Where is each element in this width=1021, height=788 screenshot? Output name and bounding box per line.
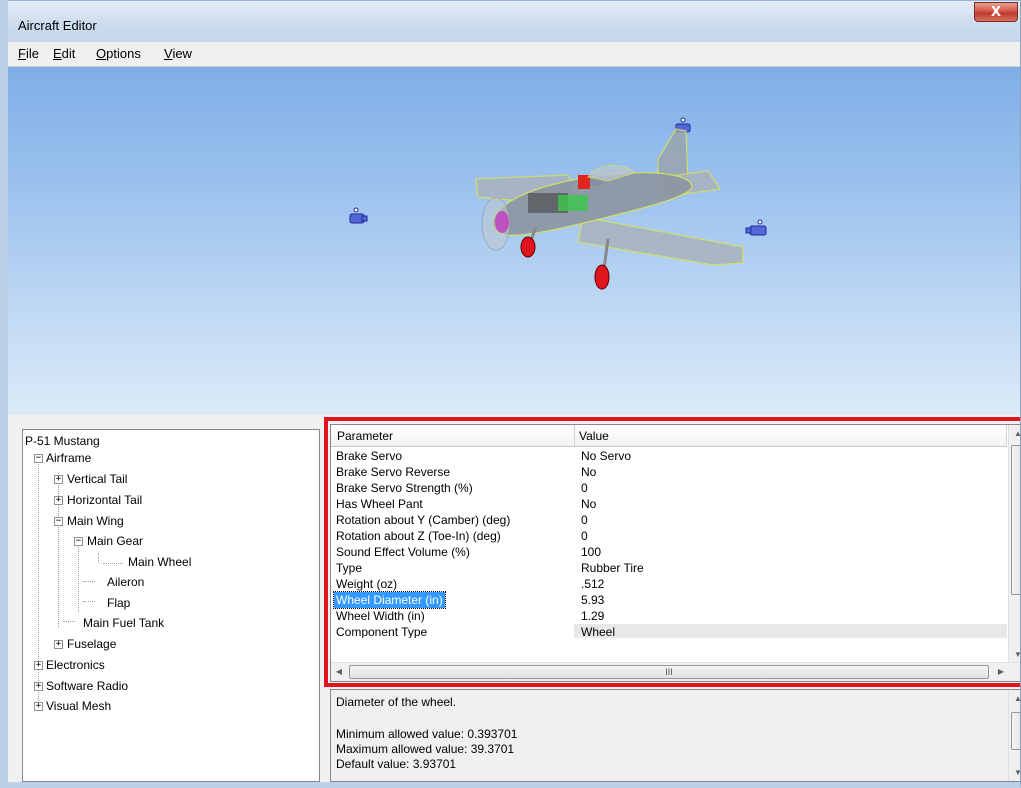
tree-item-aileron[interactable]: Aileron	[107, 575, 144, 589]
tree-item-electronics[interactable]: Electronics	[46, 658, 105, 672]
scroll-right-icon[interactable]: ▶	[993, 663, 1009, 680]
close-icon: X	[990, 4, 1002, 20]
grid-row-selected[interactable]: Wheel Diameter (in) 5.93	[331, 591, 1007, 609]
collapse-icon[interactable]: −	[54, 517, 63, 526]
aircraft-model	[475, 128, 744, 290]
header-value[interactable]: Value	[579, 429, 609, 443]
grid-row[interactable]: Rotation about Y (Camber) (deg) 0	[331, 512, 1007, 528]
description-text: Diameter of the wheel.	[336, 695, 457, 709]
collapse-icon[interactable]: −	[74, 537, 83, 546]
tree-item-vertical-tail[interactable]: Vertical Tail	[67, 472, 127, 486]
grid-row[interactable]: Has Wheel Pant No	[331, 496, 1007, 512]
grid-row[interactable]: Brake Servo Strength (%) 0	[331, 480, 1007, 496]
expand-icon[interactable]: +	[34, 661, 43, 670]
property-grid[interactable]: Parameter Value Brake Servo No Servo Brak…	[330, 424, 1020, 682]
scroll-up-icon[interactable]: ▲	[1009, 690, 1020, 707]
tree-item-software-radio[interactable]: Software Radio	[46, 679, 128, 693]
camera-icon-right	[745, 219, 767, 236]
scroll-left-icon[interactable]: ◀	[331, 663, 347, 680]
description-scrollbar[interactable]: ▲ ▼	[1008, 690, 1020, 781]
min-value-text: Minimum allowed value: 0.393701	[336, 727, 518, 741]
tree-item-horizontal-tail[interactable]: Horizontal Tail	[67, 493, 142, 507]
scroll-down-icon[interactable]: ▼	[1009, 764, 1020, 781]
grid-row[interactable]: Component Type Wheel	[331, 624, 1007, 638]
expand-icon[interactable]: +	[34, 682, 43, 691]
grid-vertical-scrollbar[interactable]: ▲ ▼	[1008, 425, 1020, 663]
grid-row[interactable]: Type Rubber Tire	[331, 560, 1007, 576]
component-tree[interactable]: P-51 Mustang − Airframe + Vertical Tail …	[22, 429, 320, 782]
tree-item-visual-mesh[interactable]: Visual Mesh	[46, 699, 111, 713]
grid-header: Parameter Value	[331, 425, 1007, 447]
menu-options[interactable]: Options	[96, 46, 141, 61]
expand-icon[interactable]: +	[54, 475, 63, 484]
tree-item-main-gear[interactable]: Main Gear	[87, 534, 143, 548]
grid-row[interactable]: Wheel Width (in) 1.29	[331, 608, 1007, 624]
grid-row[interactable]: Rotation about Z (Toe-In) (deg) 0	[331, 528, 1007, 544]
tree-item-main-wing[interactable]: Main Wing	[67, 514, 124, 528]
aircraft-editor-window: Aircraft Editor X File Edit Options View	[0, 0, 1021, 788]
grid-row[interactable]: Weight (oz) .512	[331, 576, 1007, 592]
camera-icon-left	[349, 207, 368, 224]
grid-row[interactable]: Sound Effect Volume (%) 100	[331, 544, 1007, 560]
header-parameter[interactable]: Parameter	[337, 429, 393, 443]
scroll-up-icon[interactable]: ▲	[1009, 425, 1020, 442]
menu-view[interactable]: View	[164, 46, 192, 61]
description-panel: Diameter of the wheel. Minimum allowed v…	[330, 689, 1020, 782]
aircraft-3d-render	[349, 117, 767, 290]
tree-item-main-fuel-tank[interactable]: Main Fuel Tank	[83, 616, 164, 630]
title-bar[interactable]: Aircraft Editor X	[8, 0, 1020, 42]
tree-root[interactable]: P-51 Mustang	[25, 434, 100, 448]
max-value-text: Maximum allowed value: 39.3701	[336, 742, 515, 756]
menu-bar: File Edit Options View	[8, 42, 1020, 66]
window-title: Aircraft Editor	[18, 18, 97, 33]
grid-horizontal-scrollbar[interactable]: ◀ III ▶	[331, 662, 1020, 681]
grid-row[interactable]: Brake Servo Reverse No	[331, 464, 1007, 480]
tree-item-airframe[interactable]: Airframe	[46, 451, 91, 465]
collapse-icon[interactable]: −	[34, 454, 43, 463]
close-button[interactable]: X	[974, 2, 1018, 22]
grid-row[interactable]: Brake Servo No Servo	[331, 448, 1007, 464]
tree-item-fuselage[interactable]: Fuselage	[67, 637, 116, 651]
expand-icon[interactable]: +	[54, 640, 63, 649]
hscroll-thumb[interactable]: III	[349, 665, 989, 679]
default-value-text: Default value: 3.93701	[336, 757, 457, 771]
menu-edit[interactable]: Edit	[53, 46, 75, 61]
3d-viewport[interactable]	[8, 66, 1020, 415]
tree-item-flap[interactable]: Flap	[107, 596, 130, 610]
tree-item-main-wheel[interactable]: Main Wheel	[128, 555, 191, 569]
expand-icon[interactable]: +	[34, 702, 43, 711]
scroll-thumb[interactable]	[1011, 445, 1020, 595]
scroll-down-icon[interactable]: ▼	[1009, 646, 1020, 663]
scroll-thumb[interactable]	[1011, 712, 1020, 750]
menu-file[interactable]: File	[18, 46, 39, 61]
expand-icon[interactable]: +	[54, 496, 63, 505]
